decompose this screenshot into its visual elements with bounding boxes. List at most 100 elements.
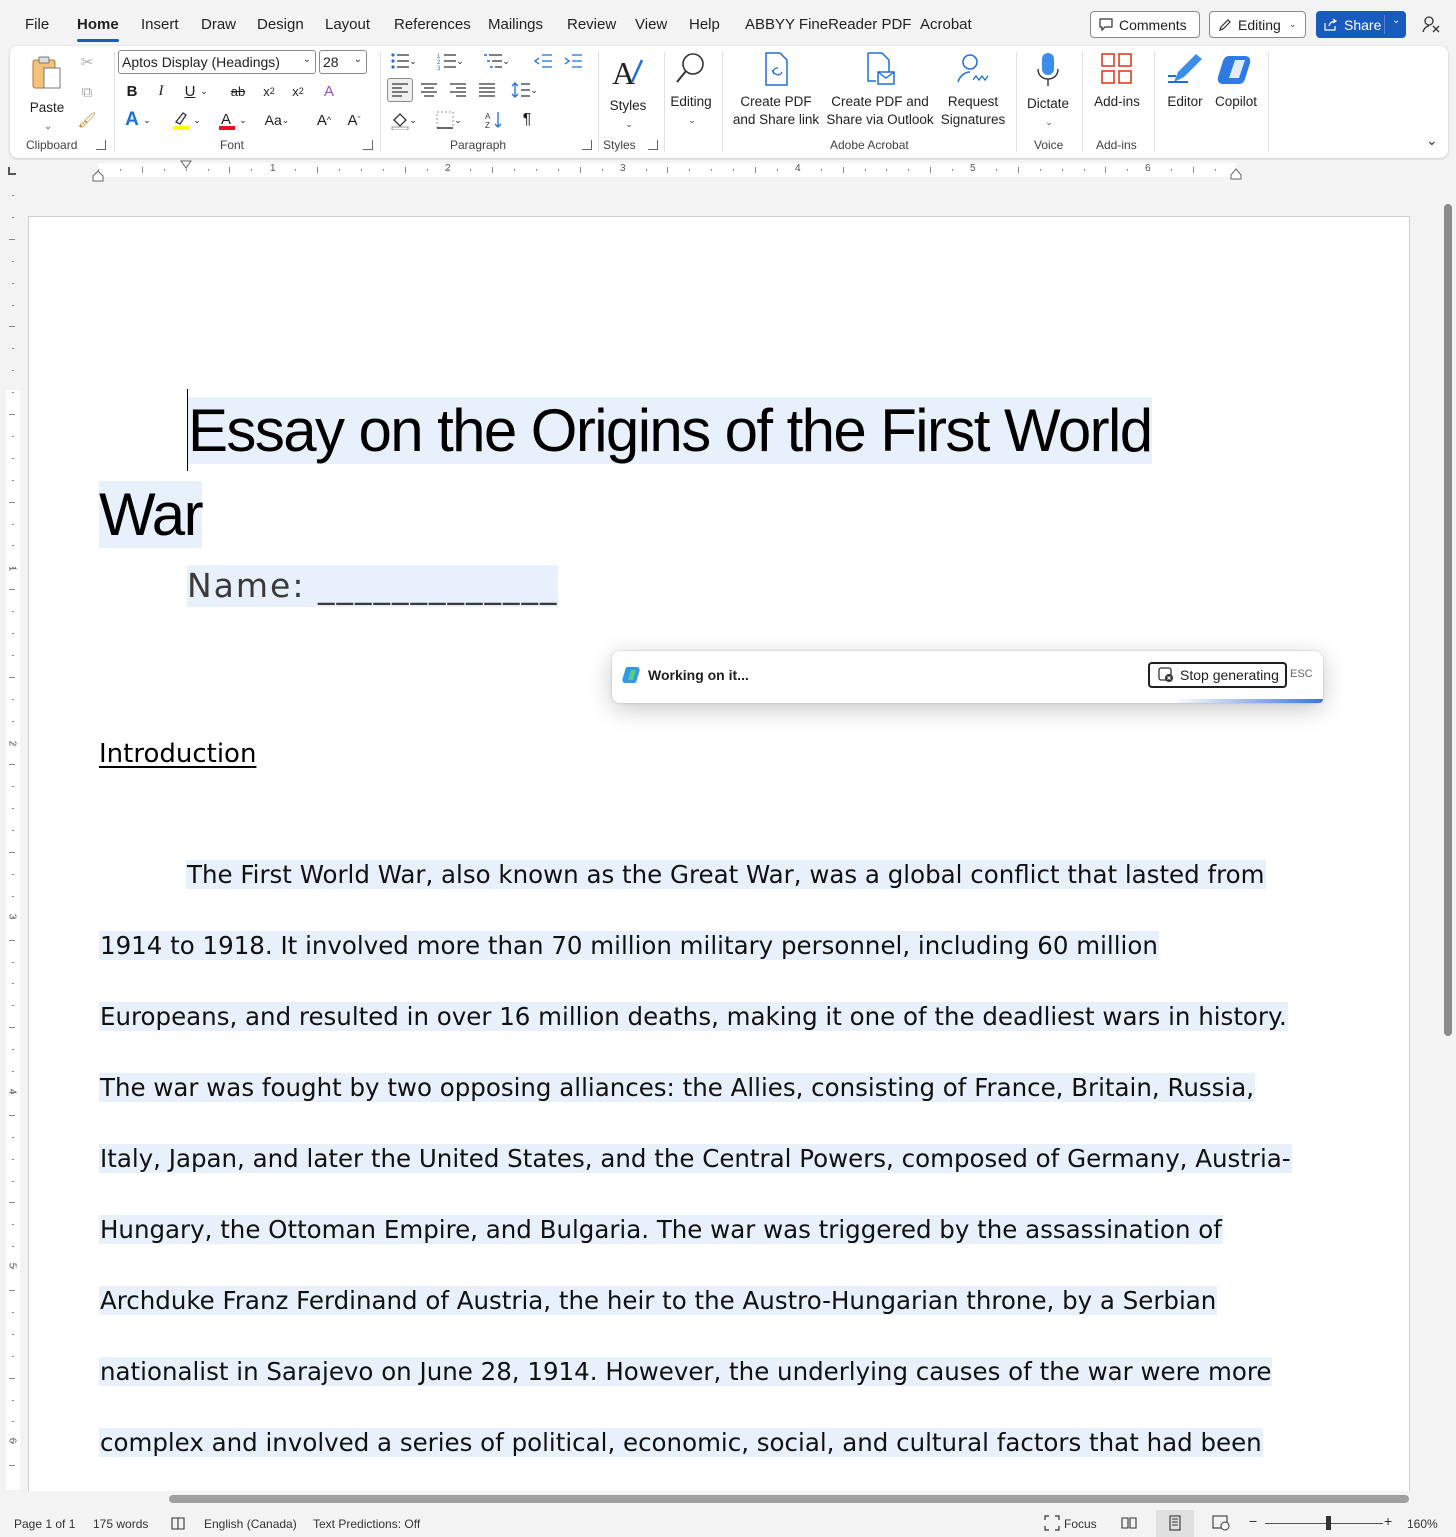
create-pdf-outlook-button[interactable]: Create PDF and Share via Outlook: [824, 52, 936, 129]
tab-references[interactable]: References: [394, 16, 471, 33]
bold-button[interactable]: B: [119, 79, 145, 103]
clear-formatting-icon[interactable]: A: [316, 79, 342, 103]
request-signatures-button[interactable]: Request Signatures: [938, 52, 1008, 129]
zoom-out-button[interactable]: −: [1249, 1513, 1257, 1529]
text-predictions[interactable]: Text Predictions: Off: [313, 1517, 420, 1531]
zoom-slider[interactable]: [1265, 1523, 1383, 1524]
tab-design[interactable]: Design: [257, 16, 304, 33]
font-launcher-icon[interactable]: [363, 140, 373, 150]
tab-insert[interactable]: Insert: [141, 16, 179, 33]
dictate-dropdown-icon[interactable]: ⌄: [1024, 113, 1074, 131]
create-pdf-share-link-button[interactable]: Create PDF and Share link: [732, 52, 820, 129]
hanging-indent-marker[interactable]: [92, 170, 104, 182]
focus-label[interactable]: Focus: [1064, 1517, 1097, 1531]
clipboard-launcher-icon[interactable]: [96, 140, 106, 150]
editing-group-button[interactable]: Editing ⌄: [666, 50, 716, 129]
horizontal-scrollbar[interactable]: [26, 1491, 1440, 1507]
line-spacing-dropdown-icon[interactable]: ⌄: [528, 78, 540, 102]
addins-button[interactable]: Add-ins: [1088, 52, 1146, 111]
tab-mailings[interactable]: Mailings: [488, 16, 543, 33]
stop-generating-button[interactable]: Stop generating: [1148, 662, 1287, 688]
underline-dropdown-icon[interactable]: ⌄: [198, 79, 210, 103]
align-left-icon[interactable]: [387, 78, 413, 102]
tab-home[interactable]: Home: [77, 16, 119, 42]
paragraph-launcher-icon[interactable]: [582, 140, 592, 150]
introduction-heading[interactable]: Introduction: [99, 739, 256, 769]
editor-button[interactable]: Editor: [1160, 52, 1210, 111]
share-dropdown-icon[interactable]: ⌄: [1392, 15, 1400, 26]
increase-indent-icon[interactable]: [560, 49, 586, 73]
tab-review[interactable]: Review: [567, 16, 616, 33]
align-right-icon[interactable]: [445, 78, 471, 102]
document-title[interactable]: Essay on the Origins of the First World …: [99, 389, 1209, 557]
multilevel-dropdown-icon[interactable]: ⌄: [500, 49, 512, 73]
shading-dropdown-icon[interactable]: ⌄: [407, 108, 419, 132]
font-size-combo[interactable]: 28 ⌄: [319, 50, 367, 74]
right-indent-marker[interactable]: [1230, 168, 1242, 180]
focus-icon[interactable]: [1044, 1515, 1060, 1531]
name-line[interactable]: Name: _____________: [187, 565, 559, 607]
grow-font-button[interactable]: A ^: [311, 108, 337, 132]
paste-button[interactable]: Paste ⌄: [26, 54, 68, 135]
body-paragraph[interactable]: The First World War, also known as the G…: [99, 857, 1292, 1491]
dictate-button[interactable]: Dictate ⌄: [1022, 52, 1074, 131]
vertical-ruler[interactable]: 1 2 3 4 5 6: [3, 185, 23, 1490]
copy-icon[interactable]: ⧉: [74, 80, 100, 104]
subscript-button[interactable]: x2: [256, 79, 282, 103]
editing-dropdown-icon[interactable]: ⌄: [668, 111, 716, 129]
shrink-font-button[interactable]: Aˇ: [341, 108, 367, 132]
tab-selector-icon[interactable]: [8, 167, 16, 175]
vertical-scroll-thumb[interactable]: [1444, 204, 1452, 1036]
justify-icon[interactable]: [474, 78, 500, 102]
vertical-scrollbar[interactable]: [1440, 186, 1456, 1491]
text-effects-dropdown-icon[interactable]: ⌄: [140, 108, 154, 132]
word-count[interactable]: 175 words: [93, 1517, 148, 1531]
superscript-button[interactable]: x2: [285, 79, 311, 103]
copilot-button[interactable]: Copilot: [1210, 52, 1262, 111]
comments-button[interactable]: Comments: [1090, 11, 1200, 38]
bullets-dropdown-icon[interactable]: ⌄: [407, 49, 419, 73]
numbering-dropdown-icon[interactable]: ⌄: [454, 49, 466, 73]
ribbon-collapse-icon[interactable]: ⌄: [1426, 132, 1438, 149]
sort-icon[interactable]: AZ: [481, 108, 507, 132]
highlight-dropdown-icon[interactable]: ⌄: [190, 108, 204, 132]
tab-draw[interactable]: Draw: [201, 16, 236, 33]
show-formatting-icon[interactable]: ¶: [514, 108, 540, 132]
decrease-indent-icon[interactable]: [530, 49, 556, 73]
italic-button[interactable]: I: [148, 79, 174, 103]
borders-dropdown-icon[interactable]: ⌄: [452, 108, 464, 132]
font-color-dropdown-icon[interactable]: ⌄: [236, 108, 250, 132]
proofing-icon[interactable]: [170, 1515, 186, 1531]
share-button[interactable]: Share ⌄: [1316, 11, 1406, 38]
coauthor-icon[interactable]: [1421, 14, 1441, 34]
font-name-combo[interactable]: Aptos Display (Headings) ⌄: [118, 50, 316, 74]
tab-layout[interactable]: Layout: [325, 16, 370, 33]
format-painter-icon[interactable]: 🖌: [74, 108, 100, 132]
web-layout-icon[interactable]: [1212, 1515, 1230, 1531]
tab-view[interactable]: View: [635, 16, 667, 33]
tab-help[interactable]: Help: [689, 16, 720, 33]
horizontal-scroll-thumb[interactable]: [169, 1495, 1409, 1503]
change-case-button[interactable]: Aa ⌄: [262, 108, 292, 132]
language[interactable]: English (Canada): [204, 1517, 297, 1531]
align-center-icon[interactable]: [416, 78, 442, 102]
editing-mode-button[interactable]: Editing ⌄: [1209, 11, 1306, 38]
document-area[interactable]: Essay on the Origins of the First World …: [26, 186, 1442, 1491]
zoom-slider-thumb[interactable]: [1326, 1516, 1331, 1530]
horizontal-ruler[interactable]: 1 2 3 4 5 6: [0, 160, 1456, 182]
zoom-level[interactable]: 160%: [1407, 1517, 1438, 1531]
tab-abbyy[interactable]: ABBYY FineReader PDF: [745, 16, 911, 33]
paste-dropdown-icon[interactable]: ⌄: [28, 117, 68, 135]
strikethrough-button[interactable]: ab: [225, 79, 251, 103]
cut-icon[interactable]: ✂: [74, 50, 100, 74]
page-count[interactable]: Page 1 of 1: [14, 1517, 75, 1531]
zoom-in-button[interactable]: +: [1384, 1513, 1392, 1529]
print-layout-view[interactable]: [1156, 1510, 1194, 1537]
styles-dropdown-icon[interactable]: ⌄: [606, 115, 652, 133]
tab-file[interactable]: File: [25, 16, 49, 33]
styles-launcher-icon[interactable]: [648, 140, 658, 150]
styles-button[interactable]: A Styles ⌄: [604, 54, 652, 133]
document-page[interactable]: Essay on the Origins of the First World …: [28, 216, 1410, 1491]
tab-acrobat[interactable]: Acrobat: [920, 16, 972, 33]
read-mode-icon[interactable]: [1121, 1515, 1137, 1531]
